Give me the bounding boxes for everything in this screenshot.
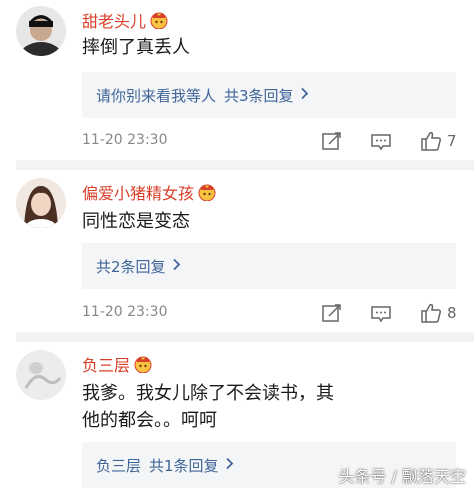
username[interactable]: 甜老头儿 bbox=[82, 8, 169, 32]
replies-link[interactable]: 共2条回复 bbox=[82, 243, 456, 289]
share-edit-icon[interactable] bbox=[321, 302, 343, 324]
comment-text: 同性恋是变态 bbox=[82, 211, 190, 232]
reply-preview-author: 负三层 bbox=[96, 456, 142, 475]
watermark: 头条号 / 飘落天空 bbox=[338, 467, 466, 486]
reply-count: 共1条回复 bbox=[149, 456, 219, 475]
comment-item: 偏爱小猪精女孩 同性恋是变态 共2条回复 11-20 23:30 8 bbox=[0, 170, 474, 335]
chevron-right-icon bbox=[225, 456, 234, 474]
like-count: 8 bbox=[447, 304, 457, 322]
share-edit-icon[interactable] bbox=[321, 130, 343, 152]
username-text[interactable]: 负三层 bbox=[82, 352, 130, 376]
comment-meta: 11-20 23:30 7 bbox=[82, 130, 474, 154]
avatar[interactable] bbox=[16, 178, 66, 228]
divider bbox=[16, 160, 474, 170]
chevron-right-icon bbox=[172, 257, 181, 275]
comment-meta: 11-20 23:30 8 bbox=[82, 302, 474, 326]
thumbs-up-icon[interactable] bbox=[420, 130, 442, 152]
comment-text: 摔倒了真丢人 bbox=[82, 37, 190, 58]
chevron-right-icon bbox=[300, 86, 309, 104]
username[interactable]: 负三层 bbox=[82, 352, 153, 376]
crown-badge-icon bbox=[149, 11, 169, 30]
username-text[interactable]: 甜老头儿 bbox=[82, 8, 146, 32]
avatar[interactable] bbox=[16, 350, 66, 400]
crown-badge-icon bbox=[133, 355, 153, 374]
reply-preview-author: 请你别来看我等人 bbox=[96, 86, 217, 105]
reply-count: 共3条回复 bbox=[224, 86, 294, 105]
avatar[interactable] bbox=[16, 6, 66, 56]
timestamp: 11-20 23:30 bbox=[82, 304, 168, 320]
reply-count: 共2条回复 bbox=[96, 257, 166, 276]
thumbs-up-icon[interactable] bbox=[420, 302, 442, 324]
comment-item: 甜老头儿 摔倒了真丢人 请你别来看我等人 共3条回复 11-20 23:30 7 bbox=[0, 0, 474, 165]
divider bbox=[16, 332, 474, 342]
timestamp: 11-20 23:30 bbox=[82, 132, 168, 148]
replies-link[interactable]: 请你别来看我等人 共3条回复 bbox=[82, 72, 456, 118]
like-count: 7 bbox=[447, 132, 457, 150]
comment-bubble-icon[interactable] bbox=[370, 130, 392, 152]
comment-text: 我爹。我女儿除了不会读书，其他的都会。。呵呵 bbox=[82, 383, 334, 431]
crown-badge-icon bbox=[197, 183, 217, 202]
comment-bubble-icon[interactable] bbox=[370, 302, 392, 324]
username-text[interactable]: 偏爱小猪精女孩 bbox=[82, 180, 194, 204]
username[interactable]: 偏爱小猪精女孩 bbox=[82, 180, 217, 204]
